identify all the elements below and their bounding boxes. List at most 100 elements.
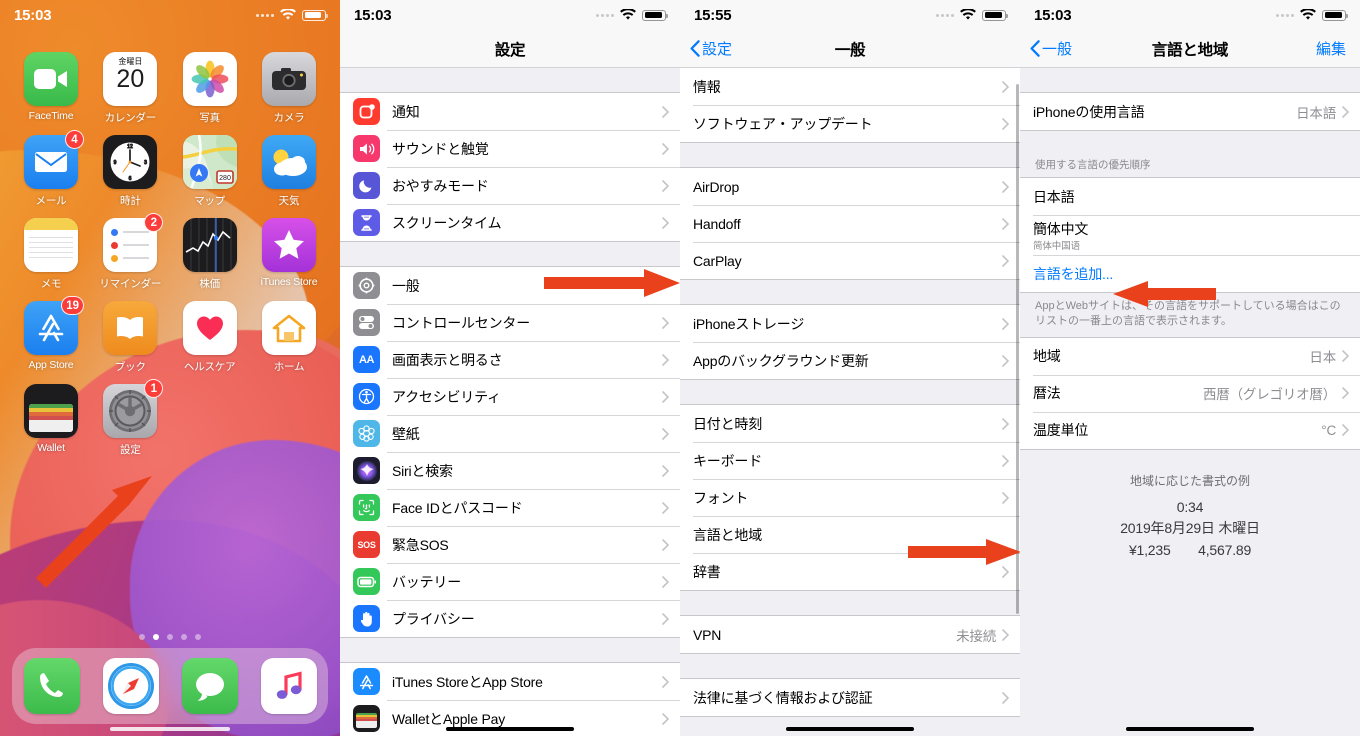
app-store-icon [353, 668, 380, 695]
general-row-fonts[interactable]: フォント [680, 479, 1020, 516]
general-group-2: AirDrop Handoff CarPlay [680, 167, 1020, 280]
app-label: ヘルスケア [183, 361, 236, 373]
phone-icon[interactable] [23, 658, 80, 714]
row-label: CarPlay [693, 252, 742, 269]
music-icon[interactable] [260, 658, 317, 714]
chevron-right-icon [1002, 354, 1009, 367]
cellular-signal-icon [936, 13, 954, 17]
app-maps[interactable]: 280 マップ [177, 135, 243, 208]
general-group-6: 法律に基づく情報および認証 [680, 678, 1020, 717]
status-bar: 15:03 [1020, 0, 1360, 30]
general-row-airdrop[interactable]: AirDrop [680, 168, 1020, 205]
general-row-carplay[interactable]: CarPlay [680, 242, 1020, 279]
language-list[interactable]: iPhoneの使用言語 日本語 使用する言語の優先順序 日本語 簡体中文 简体中… [1020, 68, 1360, 736]
general-row-vpn[interactable]: VPN 未接続 [680, 616, 1020, 653]
app-facetime[interactable]: FaceTime [18, 52, 84, 125]
settings-row-accessibility[interactable]: アクセシビリティ [340, 378, 680, 415]
settings-row-battery[interactable]: バッテリー [340, 563, 680, 600]
notifications-icon [353, 98, 380, 125]
general-row-background-app-refresh[interactable]: Appのバックグラウンド更新 [680, 342, 1020, 379]
status-bar: 15:55 [680, 0, 1020, 30]
example-time: 0:34 [1176, 498, 1204, 515]
language-row-simplified-chinese[interactable]: 簡体中文 简体中国语 [1020, 215, 1360, 255]
row-label: 法律に基づく情報および認証 [693, 689, 873, 706]
app-camera[interactable]: カメラ [256, 52, 322, 125]
settings-row-face-id[interactable]: Face IDとパスコード [340, 489, 680, 526]
general-row-keyboard[interactable]: キーボード [680, 442, 1020, 479]
calendar-icon: 金曜日 20 [103, 52, 158, 106]
row-label: スクリーンタイム [392, 214, 502, 231]
settings-row-notifications[interactable]: 通知 [340, 93, 680, 130]
settings-row-wallpaper[interactable]: 壁紙 [340, 415, 680, 452]
app-reminders[interactable]: 2 リマインダー [97, 213, 164, 291]
face-id-icon [353, 494, 380, 521]
settings-row-do-not-disturb[interactable]: おやすみモード [340, 167, 680, 204]
row-label: 地域 [1033, 348, 1061, 365]
arrow-pointing-add-language-link [1113, 281, 1216, 307]
app-wallet[interactable]: Wallet [18, 384, 84, 457]
svg-text:9: 9 [114, 160, 117, 166]
app-clock[interactable]: 12 3 6 9 時計 [97, 135, 163, 208]
app-label: Wallet [37, 442, 65, 454]
settings-row-emergency-sos[interactable]: SOS 緊急SOS [340, 526, 680, 563]
settings-row-control-center[interactable]: コントロールセンター [340, 304, 680, 341]
cellular-signal-icon [596, 13, 614, 17]
language-row-japanese[interactable]: 日本語 [1020, 178, 1360, 215]
app-settings[interactable]: 1 設定 [97, 379, 164, 457]
app-health[interactable]: ヘルスケア [177, 301, 243, 374]
general-row-software-update[interactable]: ソフトウェア・アップデート [680, 105, 1020, 142]
row-label: フォント [693, 489, 749, 506]
settings-list[interactable]: 通知 サウンドと触覚 おやすみモード スクリーンタイム 一般 コントロールセンタ… [340, 68, 680, 736]
panel-home-screen: 15:03 FaceTime 金曜日 20 カレンダー 写真 カメラ 4 メール… [0, 0, 340, 736]
app-notes[interactable]: メモ [18, 218, 84, 291]
chevron-right-icon [662, 142, 669, 155]
app-stocks[interactable]: 株価 [177, 218, 243, 291]
safari-icon[interactable] [102, 658, 159, 714]
app-app-store[interactable]: 19 App Store [18, 296, 84, 374]
general-row-iphone-storage[interactable]: iPhoneストレージ [680, 305, 1020, 342]
language-row-calendar[interactable]: 暦法 西暦（グレゴリオ暦） [1020, 374, 1360, 412]
settings-gear-icon: 1 [103, 379, 164, 438]
general-row-date-time[interactable]: 日付と時刻 [680, 405, 1020, 442]
app-mail[interactable]: 4 メール [18, 130, 84, 208]
general-list[interactable]: 情報 ソフトウェア・アップデート AirDrop Handoff CarPlay… [680, 68, 1020, 736]
settings-row-sounds[interactable]: サウンドと触覚 [340, 130, 680, 167]
row-label: AirDrop [693, 178, 740, 195]
scrollbar-thumb[interactable] [1016, 84, 1019, 614]
general-row-handoff[interactable]: Handoff [680, 205, 1020, 242]
chevron-right-icon [1342, 387, 1349, 399]
settings-row-itunes-app-store[interactable]: iTunes StoreとApp Store [340, 663, 680, 700]
row-label: 簡体中文 [1033, 220, 1089, 237]
status-time: 15:03 [1034, 6, 1072, 24]
app-itunes-store[interactable]: iTunes Store [256, 218, 322, 291]
general-group-1: 情報 ソフトウェア・アップデート [680, 68, 1020, 143]
chevron-right-icon [1002, 180, 1009, 193]
mail-icon: 4 [24, 130, 84, 189]
app-home[interactable]: ホーム [256, 301, 322, 374]
app-calendar[interactable]: 金曜日 20 カレンダー [97, 52, 163, 125]
edit-button[interactable]: 編集 [1316, 38, 1346, 59]
example-date: 2019年8月29日 木曜日 [1120, 520, 1260, 537]
battery-icon [302, 9, 328, 21]
settings-row-screen-time[interactable]: スクリーンタイム [340, 204, 680, 241]
battery-icon [982, 9, 1008, 21]
books-icon [103, 301, 158, 355]
settings-row-display-brightness[interactable]: AA 画面表示と明るさ [340, 341, 680, 378]
language-row-iphone-language[interactable]: iPhoneの使用言語 日本語 [1020, 93, 1360, 130]
language-row-temperature-unit[interactable]: 温度単位 °C [1020, 411, 1360, 449]
page-indicator[interactable] [0, 634, 340, 640]
svg-text:6: 6 [129, 176, 132, 182]
add-language-link: 言語を追加... [1033, 265, 1114, 282]
badge-count: 1 [144, 379, 164, 398]
app-weather[interactable]: 天気 [256, 135, 322, 208]
messages-icon[interactable] [181, 658, 238, 714]
settings-row-privacy[interactable]: プライバシー [340, 600, 680, 637]
app-books[interactable]: ブック [97, 301, 163, 374]
general-row-legal[interactable]: 法律に基づく情報および認証 [680, 679, 1020, 716]
home-indicator [110, 727, 230, 731]
app-photos[interactable]: 写真 [177, 52, 243, 125]
region-format-example: 地域に応じた書式の例 0:34 2019年8月29日 木曜日 ¥1,235 4,… [1020, 450, 1360, 562]
language-row-region[interactable]: 地域 日本 [1020, 337, 1360, 375]
settings-row-siri-search[interactable]: Siriと検索 [340, 452, 680, 489]
general-row-about[interactable]: 情報 [680, 68, 1020, 105]
